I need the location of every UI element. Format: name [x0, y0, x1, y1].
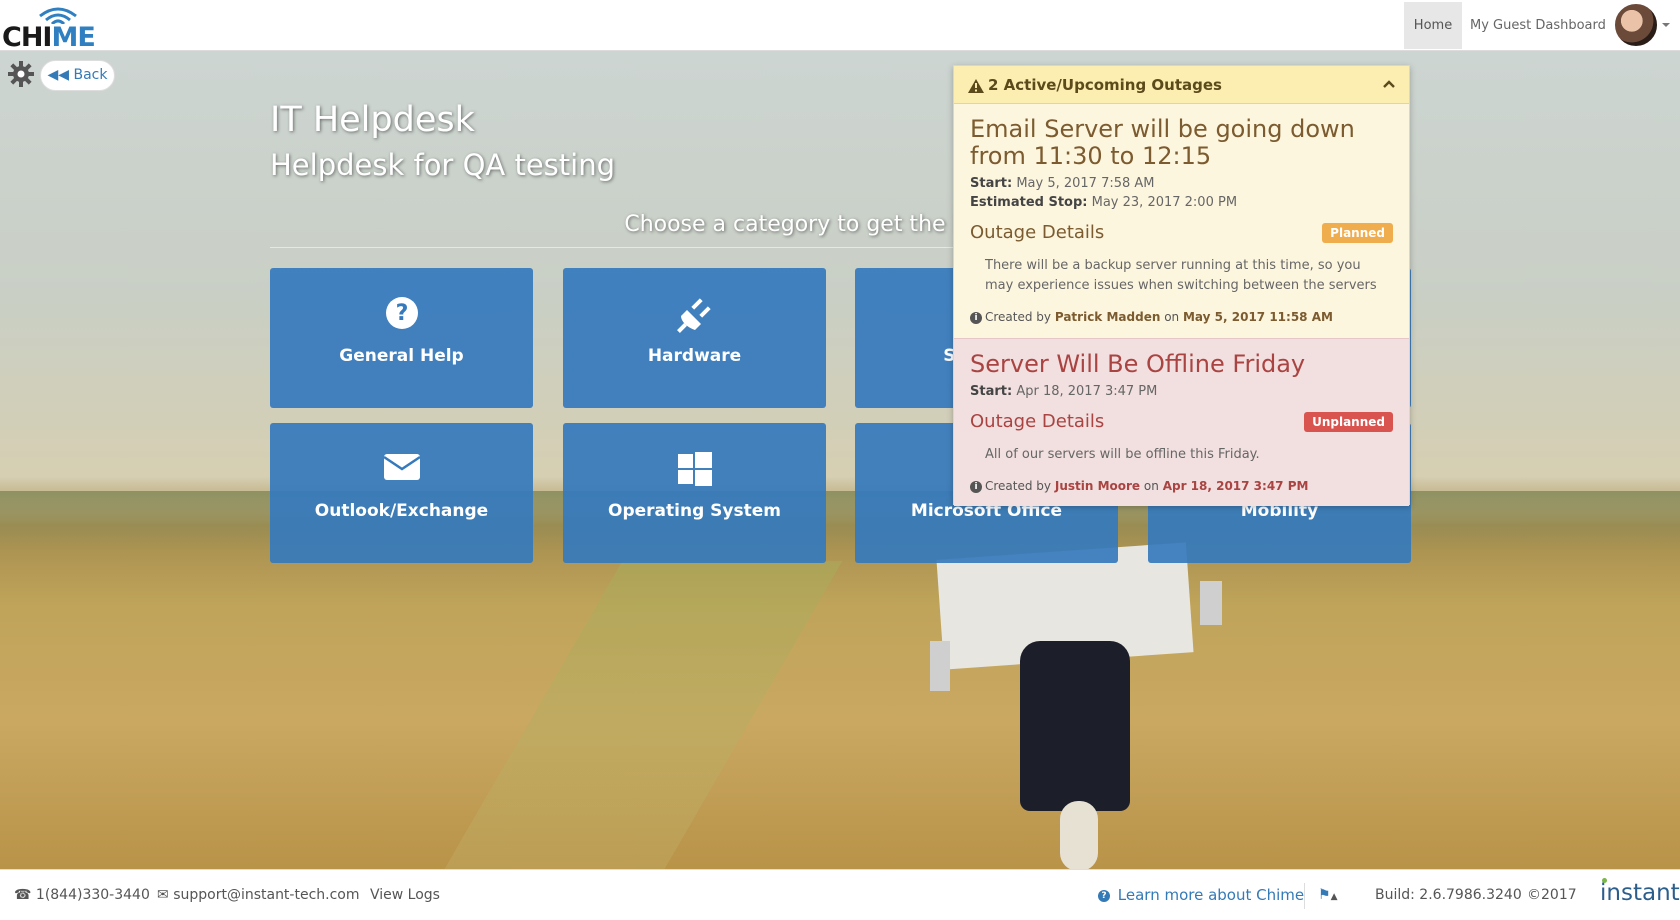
- info-icon: i: [970, 311, 982, 324]
- caret-down-icon[interactable]: [1662, 23, 1670, 27]
- logo-text: CHIME: [2, 22, 96, 53]
- outage-start: Start: May 5, 2017 7:58 AM: [970, 176, 1155, 191]
- outage-title: Server Will Be Offline Friday: [970, 350, 1306, 378]
- envelope-icon: [382, 454, 421, 480]
- warning-icon: [968, 78, 984, 93]
- user-avatar[interactable]: [1613, 2, 1659, 48]
- background-path: [437, 561, 843, 869]
- question-circle-icon: ?: [1098, 889, 1110, 902]
- outage-panel-header[interactable]: 2 Active/Upcoming Outages: [954, 66, 1409, 104]
- outage-created-by: i Created by Patrick Madden on May 5, 201…: [970, 310, 1333, 324]
- outage-description: All of our servers will be offline this …: [985, 447, 1260, 462]
- svg-text:?: ?: [395, 301, 408, 326]
- nav-guest-dashboard-link[interactable]: My Guest Dashboard: [1470, 2, 1606, 49]
- footer-email[interactable]: ✉ support@instant-tech.com: [157, 870, 360, 920]
- status-badge-unplanned: Unplanned: [1304, 412, 1393, 432]
- top-navbar: CHIME Home My Guest Dashboard: [0, 0, 1680, 53]
- category-tile-hardware[interactable]: Hardware: [563, 268, 826, 408]
- question-circle-icon: ?: [385, 297, 418, 329]
- outage-item: Server Will Be Offline Friday Start: Apr…: [954, 338, 1409, 506]
- category-tile-outlook[interactable]: Outlook/Exchange: [270, 423, 533, 563]
- page-subtitle: Helpdesk for QA testing: [270, 148, 615, 182]
- outage-item: Email Server will be going down from 11:…: [954, 104, 1409, 338]
- outage-description: There will be a backup server running at…: [985, 258, 1377, 293]
- outage-start: Start: Apr 18, 2017 3:47 PM: [970, 384, 1158, 399]
- outage-stop: Estimated Stop: May 23, 2017 2:00 PM: [970, 195, 1238, 210]
- outage-title: Email Server will be going down from 11:…: [970, 115, 1355, 170]
- language-select[interactable]: ⚑▲: [1318, 870, 1337, 920]
- caret-up-icon: ▲: [1330, 892, 1338, 902]
- nav-home-link[interactable]: Home: [1404, 2, 1462, 49]
- outage-created-by: i Created by Justin Moore on Apr 18, 2017…: [970, 479, 1308, 493]
- outage-heading: 2 Active/Upcoming Outages: [988, 76, 1222, 94]
- back-label: Back: [73, 67, 108, 83]
- flag-icon: ⚑: [1318, 887, 1331, 903]
- category-tile-general-help[interactable]: ? General Help: [270, 268, 533, 408]
- gear-icon[interactable]: [8, 61, 34, 87]
- footer-phone: ☎ 1(844)330-3440: [14, 887, 150, 903]
- chime-logo[interactable]: CHIME: [2, 6, 96, 53]
- category-label: Operating System: [608, 501, 781, 521]
- category-label: Outlook/Exchange: [314, 501, 489, 521]
- phone-icon: ☎: [14, 887, 32, 903]
- background-hills: [0, 491, 1680, 551]
- plug-icon: [676, 298, 711, 333]
- instant-logo[interactable]: instant: [1600, 878, 1680, 906]
- category-tile-operating-system[interactable]: Operating System: [563, 423, 826, 563]
- background-image: [0, 51, 1680, 869]
- footer: ☎ 1(844)330-3440 ✉ support@instant-tech.…: [0, 869, 1680, 920]
- outage-panel: 2 Active/Upcoming Outages Email Server w…: [953, 65, 1410, 506]
- category-label: Hardware: [647, 346, 742, 366]
- chevron-up-icon[interactable]: [1383, 80, 1395, 88]
- copyright: ©2017: [1527, 887, 1577, 903]
- info-icon: i: [970, 480, 982, 493]
- build-version: Build: 2.6.7986.3240: [1375, 887, 1522, 903]
- learn-more-link[interactable]: ? Learn more about Chime: [1098, 870, 1304, 920]
- category-label: General Help: [339, 346, 464, 366]
- page-title: IT Helpdesk: [270, 100, 475, 140]
- back-button[interactable]: ◀◀ Back: [40, 60, 115, 91]
- status-badge-planned: Planned: [1322, 223, 1393, 243]
- backward-icon: ◀◀: [47, 67, 70, 83]
- envelope-icon: ✉: [157, 887, 169, 903]
- view-logs-link[interactable]: View Logs: [370, 870, 440, 920]
- windows-icon: [677, 452, 712, 486]
